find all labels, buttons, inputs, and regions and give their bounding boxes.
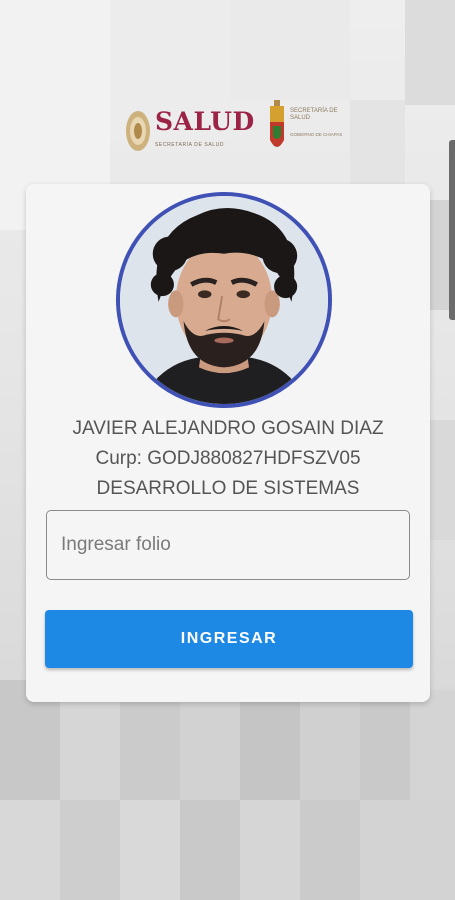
salud-logo-text: SALUD — [155, 107, 255, 136]
login-card: JAVIER ALEJANDRO GOSAIN DIAZ Curp: GODJ8… — [26, 184, 430, 702]
chiapas-logo-subtext: GOBIERNO DE CHIAPAS — [290, 132, 343, 137]
profile-name: JAVIER ALEJANDRO GOSAIN DIAZ — [72, 418, 384, 439]
ingresar-button[interactable]: INGRESAR — [45, 610, 413, 668]
profile-info: JAVIER ALEJANDRO GOSAIN DIAZ Curp: GODJ8… — [26, 414, 430, 504]
header-logos: SALUD SECRETARÍA DE SALUD SECRETARÍA DE … — [0, 98, 455, 162]
salud-logo: SALUD SECRETARÍA DE SALUD — [122, 104, 254, 156]
national-seal-icon — [126, 111, 150, 151]
avatar — [116, 192, 332, 408]
side-handle — [449, 140, 455, 320]
salud-logo-subtext: SECRETARÍA DE SALUD — [155, 142, 225, 148]
chiapas-logo: SECRETARÍA DE SALUD GOBIERNO DE CHIAPAS — [264, 100, 344, 158]
folio-input[interactable] — [47, 511, 409, 579]
profile-curp: Curp: GODJ880827HDFSZV05 — [95, 448, 361, 469]
profile-photo — [120, 196, 328, 404]
chiapas-logo-text-block: SECRETARÍA DE SALUD GOBIERNO DE CHIAPAS — [290, 108, 346, 138]
chiapas-logo-text: SECRETARÍA DE SALUD — [290, 108, 338, 121]
profile-department: DESARROLLO DE SISTEMAS — [96, 478, 360, 499]
folio-field[interactable] — [46, 510, 410, 580]
chiapas-shield-icon — [270, 100, 284, 147]
